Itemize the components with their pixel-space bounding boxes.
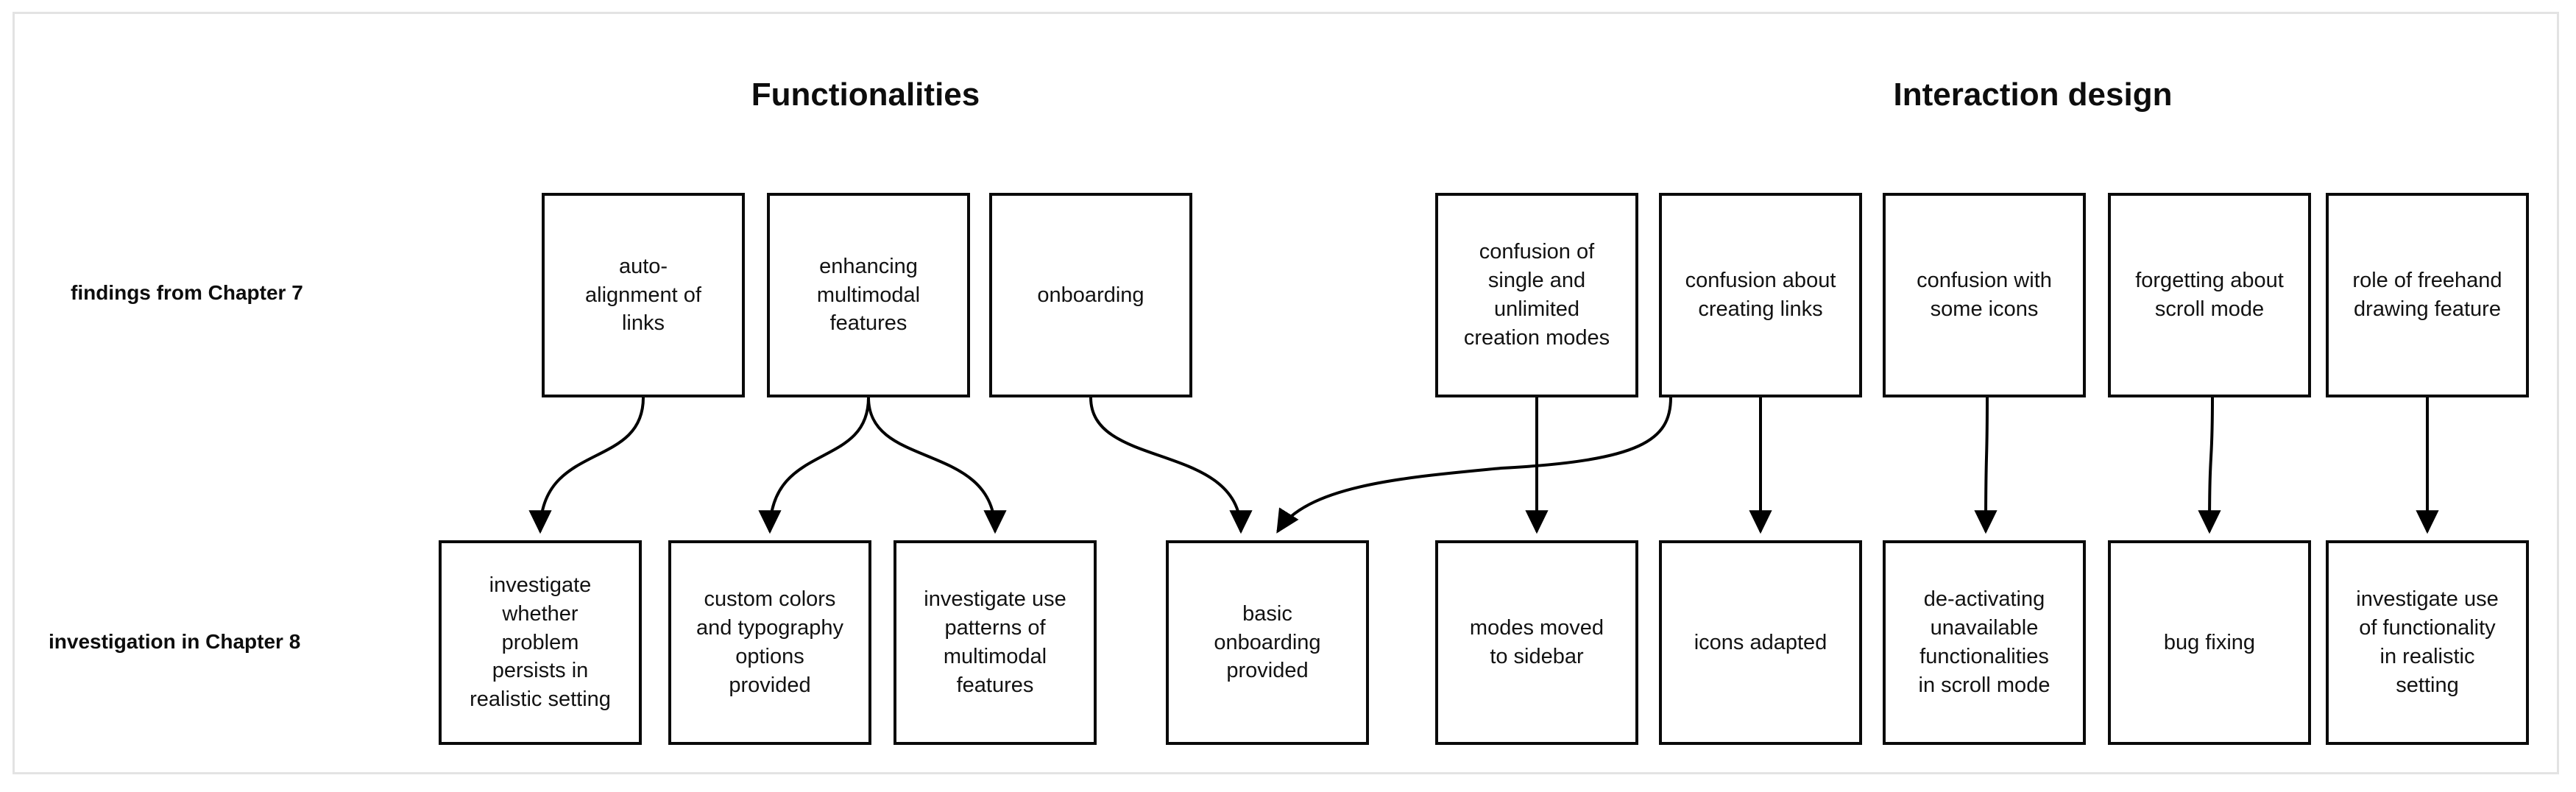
node-confusion-creating-links: confusion about creating links — [1659, 193, 1862, 397]
node-label: confusion with some icons — [1917, 269, 2052, 321]
node-onboarding: onboarding — [989, 193, 1192, 397]
node-label: enhancing multimodal features — [816, 254, 921, 336]
node-forgetting-scroll-mode: forgetting about scroll mode — [2108, 193, 2311, 397]
node-investigate-use-patterns: investigate use patterns of multimodal f… — [894, 540, 1097, 745]
row-label-investigation-row: investigation in Chapter 8 — [49, 630, 301, 653]
group-title-functionalities: Functionalities — [751, 77, 980, 113]
node-label: custom colors and typography options pro… — [696, 587, 843, 697]
node-bug-fixing: bug fixing — [2108, 540, 2311, 745]
node-label: investigate use patterns of multimodal f… — [924, 587, 1066, 697]
row-label-findings-row: findings from Chapter 7 — [71, 281, 303, 304]
node-label: modes moved to sidebar — [1469, 616, 1604, 668]
node-label: confusion about creating links — [1685, 269, 1836, 321]
node-label: forgetting about scroll mode — [2135, 269, 2284, 321]
node-icons-adapted: icons adapted — [1659, 540, 1862, 745]
node-label: investigate use of functionality in real… — [2356, 587, 2499, 697]
diagram-figure: Functionalities Interaction design findin… — [0, 0, 2576, 792]
node-auto-alignment-of-links: auto- alignment of links — [542, 193, 745, 397]
node-custom-colors-typography: custom colors and typography options pro… — [668, 540, 871, 745]
node-label: icons adapted — [1694, 630, 1827, 654]
node-label: confusion of single and unlimited creati… — [1463, 240, 1610, 350]
node-confusion-creation-modes: confusion of single and unlimited creati… — [1435, 193, 1638, 397]
node-label: auto- alignment of links — [585, 254, 701, 336]
node-basic-onboarding-provided: basic onboarding provided — [1166, 540, 1369, 745]
node-label: investigate whether problem persists in … — [470, 573, 611, 712]
node-label: de-activating unavailable functionalitie… — [1918, 587, 2050, 697]
node-investigate-problem-persists: investigate whether problem persists in … — [439, 540, 642, 745]
node-label: basic onboarding provided — [1214, 601, 1321, 683]
node-confusion-some-icons: confusion with some icons — [1883, 193, 2086, 397]
node-investigate-use-functionality: investigate use of functionality in real… — [2326, 540, 2529, 745]
node-label: bug fixing — [2163, 630, 2256, 654]
group-title-interaction-design: Interaction design — [1893, 77, 2173, 113]
node-role-freehand-drawing: role of freehand drawing feature — [2326, 193, 2529, 397]
node-label: role of freehand drawing feature — [2352, 269, 2502, 321]
node-enhancing-multimodal-features: enhancing multimodal features — [767, 193, 970, 397]
node-de-activating-unavailable: de-activating unavailable functionalitie… — [1883, 540, 2086, 745]
node-modes-moved-to-sidebar: modes moved to sidebar — [1435, 540, 1638, 745]
node-label: onboarding — [1037, 283, 1144, 307]
